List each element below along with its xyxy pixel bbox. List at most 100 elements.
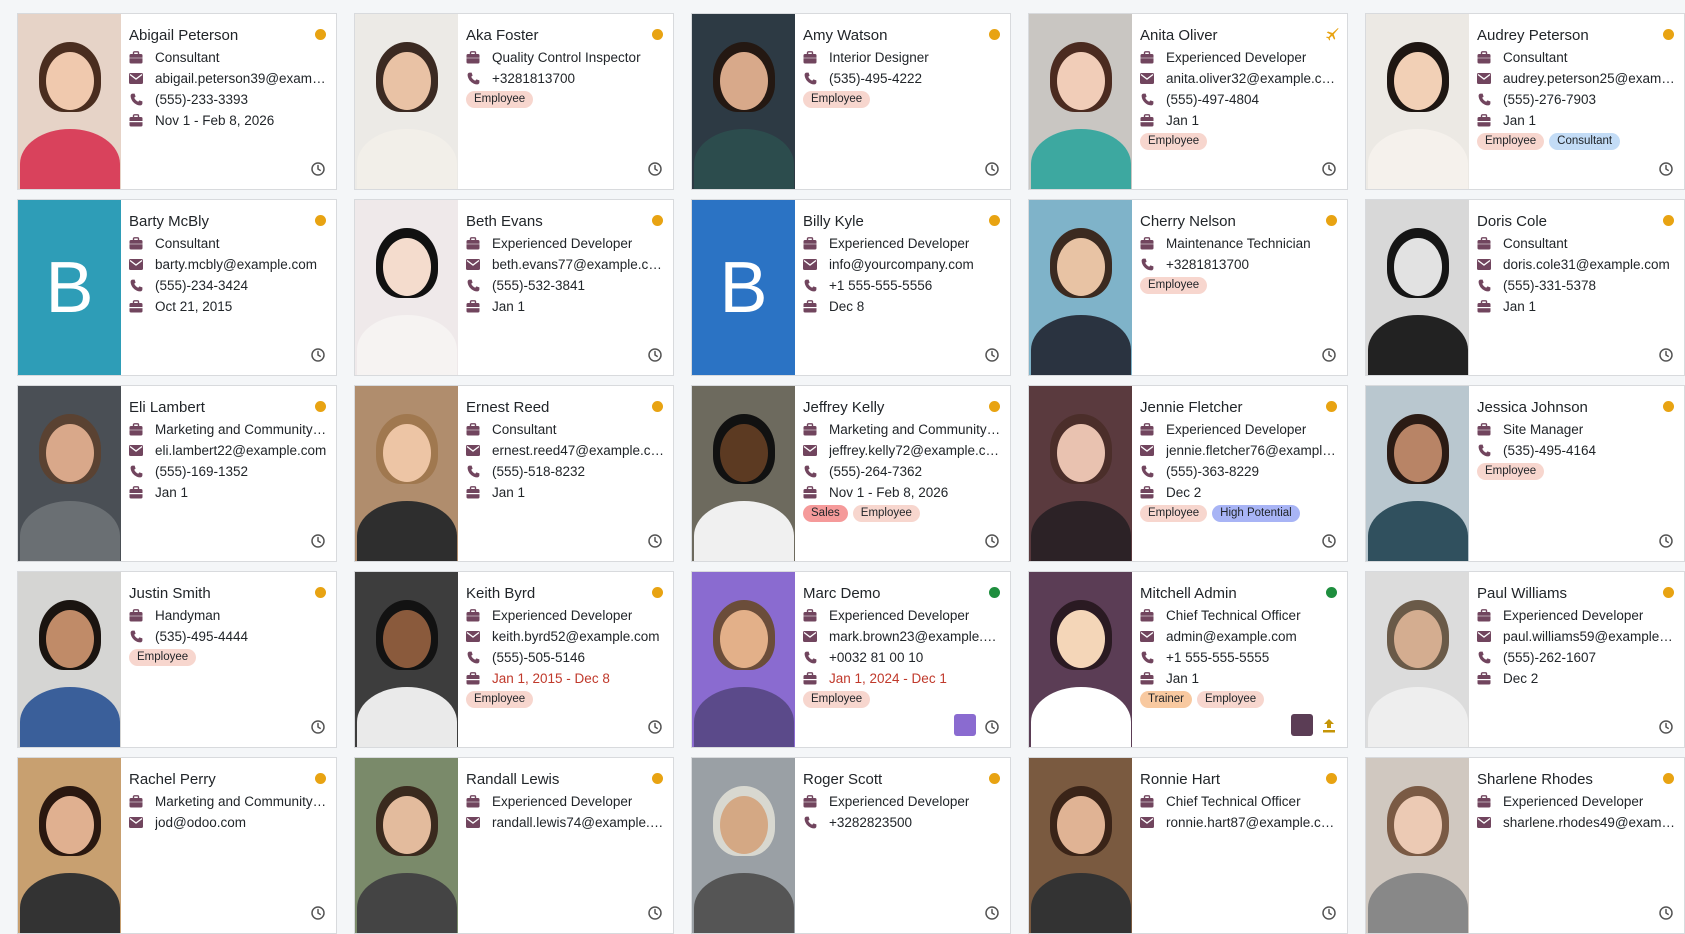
employee-card-audrey-peterson[interactable]: Audrey Peterson Consultant audrey.peterson… <box>1365 13 1685 190</box>
employee-card-aka-foster[interactable]: Aka Foster Quality Control Inspector +3281… <box>354 13 674 190</box>
activity-clock-icon[interactable] <box>648 534 662 548</box>
employee-info: Sharlene Rhodes Experienced Developer shar… <box>1469 758 1684 933</box>
activity-clock-icon[interactable] <box>311 348 325 362</box>
employee-card-keith-byrd[interactable]: Keith Byrd Experienced Developer keith.byr… <box>354 571 674 748</box>
briefcase-value: Chief Technical Officer <box>1166 794 1301 809</box>
activity-clock-icon[interactable] <box>648 720 662 734</box>
phone-value: (555)-262-1607 <box>1503 650 1597 665</box>
envelope-value: ernest.reed47@example.com <box>492 443 665 458</box>
employee-card-rachel-perry[interactable]: Rachel Perry Marketing and Community Mana… <box>17 757 337 934</box>
briefcase-icon <box>129 51 143 65</box>
employee-name: Sharlene Rhodes <box>1477 771 1593 788</box>
phone-value: (555)-276-7903 <box>1503 92 1597 107</box>
activity-clock-icon[interactable] <box>985 162 999 176</box>
activity-clock-icon[interactable] <box>1659 162 1673 176</box>
activity-clock-icon[interactable] <box>1322 534 1336 548</box>
employee-card-billy-kyle[interactable]: B Billy Kyle Experienced Developer info@you… <box>691 199 1011 376</box>
employee-name: Roger Scott <box>803 771 883 788</box>
activity-clock-icon[interactable] <box>1322 162 1336 176</box>
activity-clock-icon[interactable] <box>985 906 999 920</box>
presence-status-dot <box>1326 773 1337 784</box>
employee-card-jennie-fletcher[interactable]: Jennie Fletcher Experienced Developer jenn… <box>1028 385 1348 562</box>
activity-clock-icon[interactable] <box>311 906 325 920</box>
presence-status-dot <box>1663 773 1674 784</box>
presence-status-dot <box>1663 29 1674 40</box>
activity-clock-icon[interactable] <box>1659 534 1673 548</box>
employee-card-anita-oliver[interactable]: Anita Oliver Experienced Developer anita.o… <box>1028 13 1348 190</box>
tag-employee: Employee <box>1140 505 1208 522</box>
employee-card-randall-lewis[interactable]: Randall Lewis Experienced Developer randal… <box>354 757 674 934</box>
activity-clock-icon[interactable] <box>311 162 325 176</box>
employee-info: Paul Williams Experienced Developer paul.w… <box>1469 572 1684 747</box>
employee-card-doris-cole[interactable]: Doris Cole Consultant doris.cole31@example… <box>1365 199 1685 376</box>
activity-clock-icon[interactable] <box>1659 348 1673 362</box>
employee-card-barty-mcbly[interactable]: B Barty McBly Consultant barty.mcbly@exampl… <box>17 199 337 376</box>
user-avatar-icon[interactable] <box>954 714 976 736</box>
briefcase-icon <box>1140 51 1154 65</box>
employee-card-paul-williams[interactable]: Paul Williams Experienced Developer paul.w… <box>1365 571 1685 748</box>
employee-photo <box>692 14 795 189</box>
envelope-value: randall.lewis74@example.com <box>492 815 665 830</box>
activity-clock-icon[interactable] <box>648 162 662 176</box>
employee-card-amy-watson[interactable]: Amy Watson Interior Designer (535)-495-422… <box>691 13 1011 190</box>
employee-card-sharlene-rhodes[interactable]: Sharlene Rhodes Experienced Developer shar… <box>1365 757 1685 934</box>
envelope-icon <box>129 258 143 272</box>
briefcase-icon <box>803 423 817 437</box>
activity-clock-icon[interactable] <box>648 906 662 920</box>
activity-clock-icon[interactable] <box>985 348 999 362</box>
phone-icon <box>803 651 817 665</box>
suitcase-icon <box>129 114 143 128</box>
activity-clock-icon[interactable] <box>311 534 325 548</box>
envelope-icon <box>803 444 817 458</box>
employee-info: Doris Cole Consultant doris.cole31@example… <box>1469 200 1684 375</box>
user-avatar-icon[interactable] <box>1291 714 1313 736</box>
employee-card-ronnie-hart[interactable]: Ronnie Hart Chief Technical Officer ronnie… <box>1028 757 1348 934</box>
activity-clock-icon[interactable] <box>648 348 662 362</box>
employee-card-abigail-peterson[interactable]: Abigail Peterson Consultant abigail.peters… <box>17 13 337 190</box>
employee-card-jessica-johnson[interactable]: Jessica Johnson Site Manager (535)-495-416… <box>1365 385 1685 562</box>
employee-field-row: beth.evans77@example.com <box>466 254 665 275</box>
briefcase-value: Experienced Developer <box>492 608 633 623</box>
employee-field-row: abigail.peterson39@example.com <box>129 68 328 89</box>
briefcase-value: Marketing and Community Manager <box>155 794 328 809</box>
tag-employee: Employee <box>1140 277 1208 294</box>
employee-card-ernest-reed[interactable]: Ernest Reed Consultant ernest.reed47@examp… <box>354 385 674 562</box>
activity-clock-icon[interactable] <box>1322 906 1336 920</box>
tag-employee: Employee <box>1477 463 1545 480</box>
suitcase-value: Jan 1 <box>155 485 189 500</box>
tag-list: Employee <box>803 91 1002 108</box>
phone-value: (535)-495-4164 <box>1503 443 1597 458</box>
employee-card-marc-demo[interactable]: Marc Demo Experienced Developer mark.brown… <box>691 571 1011 748</box>
activity-clock-icon[interactable] <box>1659 906 1673 920</box>
employee-card-justin-smith[interactable]: Justin Smith Handyman (535)-495-4444 Employ… <box>17 571 337 748</box>
employee-name: Jennie Fletcher <box>1140 399 1243 416</box>
employee-field-row: (555)-518-8232 <box>466 461 665 482</box>
employee-card-jeffrey-kelly[interactable]: Jeffrey Kelly Marketing and Community Man… <box>691 385 1011 562</box>
employee-avatar-letter: B <box>18 200 121 375</box>
employee-card-mitchell-admin[interactable]: Mitchell Admin Chief Technical Officer adm… <box>1028 571 1348 748</box>
envelope-value: info@yourcompany.com <box>829 257 974 272</box>
upload-icon[interactable] <box>1321 718 1337 734</box>
activity-clock-icon[interactable] <box>311 720 325 734</box>
activity-clock-icon[interactable] <box>1659 720 1673 734</box>
employee-field-row: info@yourcompany.com <box>803 254 1002 275</box>
activity-clock-icon[interactable] <box>985 720 999 734</box>
employee-card-roger-scott[interactable]: Roger Scott Experienced Developer +3282823… <box>691 757 1011 934</box>
employee-card-cherry-nelson[interactable]: Cherry Nelson Maintenance Technician +3281… <box>1028 199 1348 376</box>
employee-card-eli-lambert[interactable]: Eli Lambert Marketing and Community Manag… <box>17 385 337 562</box>
activity-clock-icon[interactable] <box>1322 348 1336 362</box>
phone-icon <box>466 279 480 293</box>
tag-list: Employee <box>1477 463 1676 480</box>
tag-list: Employee <box>466 691 665 708</box>
tag-list: Sales Employee <box>803 505 1002 522</box>
briefcase-value: Experienced Developer <box>1503 794 1644 809</box>
employee-field-row: (555)-363-8229 <box>1140 461 1339 482</box>
phone-value: (535)-495-4444 <box>155 629 249 644</box>
employee-info: Audrey Peterson Consultant audrey.peterson… <box>1469 14 1684 189</box>
employee-name: Anita Oliver <box>1140 27 1218 44</box>
envelope-value: barty.mcbly@example.com <box>155 257 317 272</box>
employee-card-beth-evans[interactable]: Beth Evans Experienced Developer beth.evan… <box>354 199 674 376</box>
envelope-value: paul.williams59@example.com <box>1503 629 1676 644</box>
briefcase-icon <box>466 237 480 251</box>
activity-clock-icon[interactable] <box>985 534 999 548</box>
